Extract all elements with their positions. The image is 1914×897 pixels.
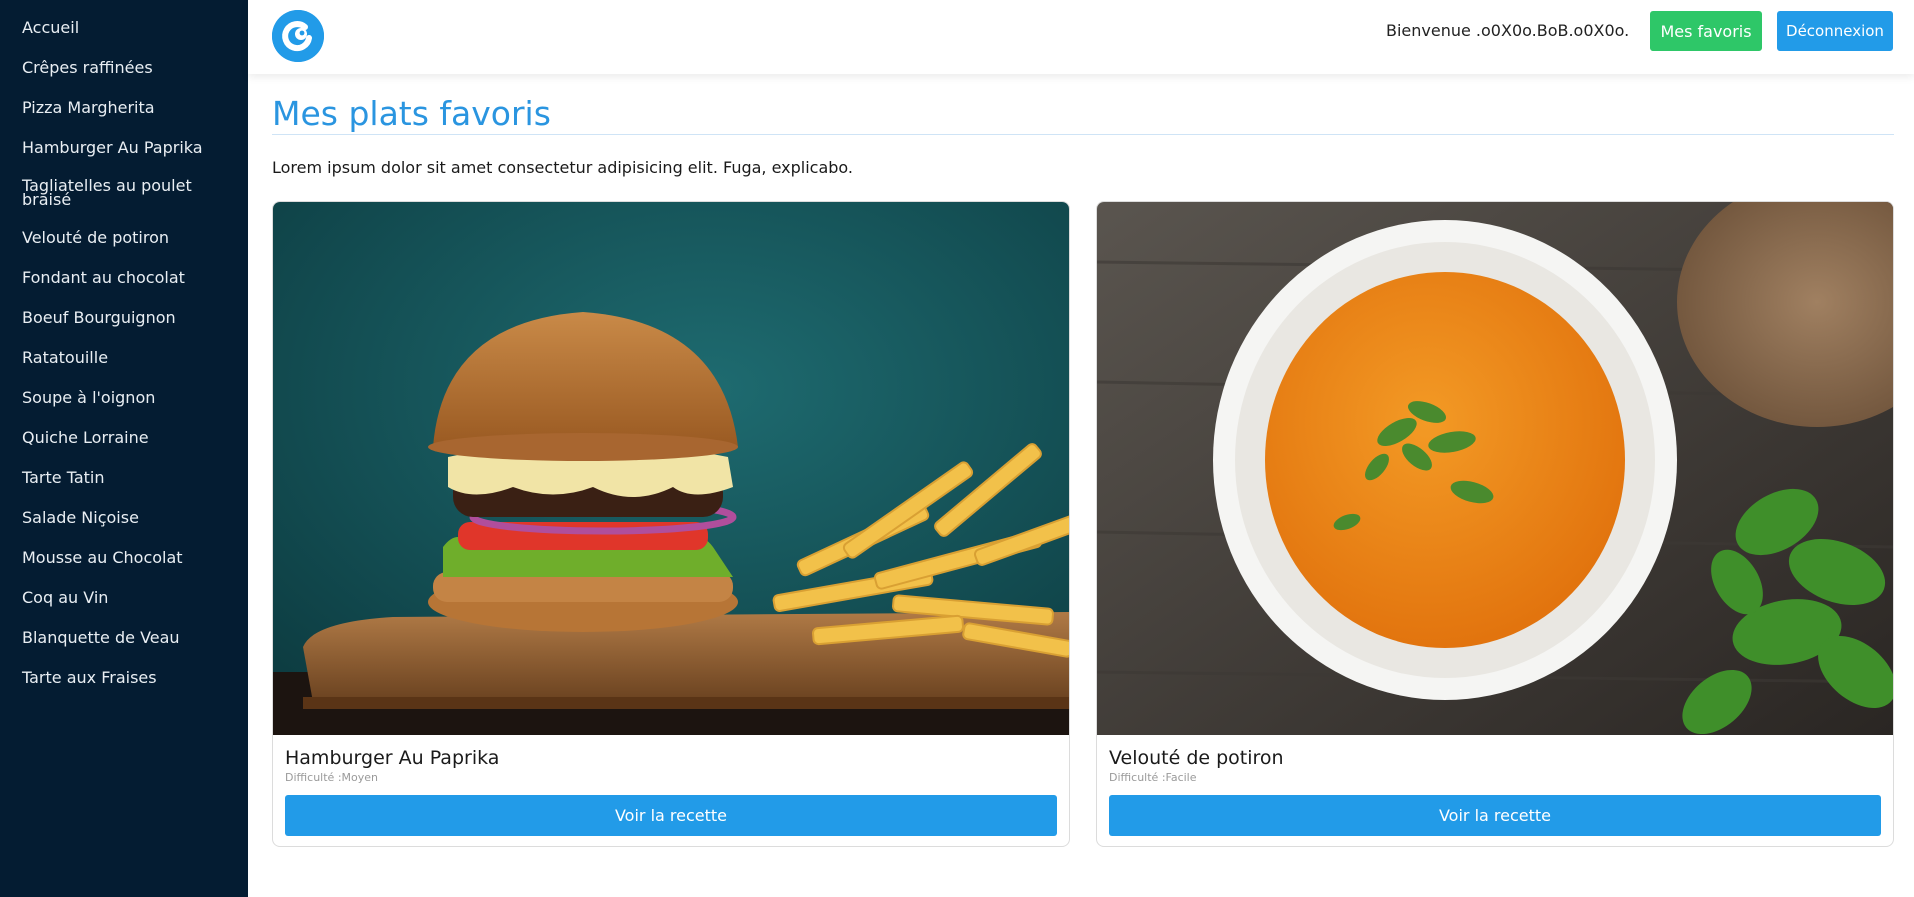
sidebar-item-ratatouille[interactable]: Ratatouille [0,349,248,366]
intro-text: Lorem ipsum dolor sit amet consectetur a… [272,158,854,177]
cooking-logo-icon[interactable] [272,10,324,62]
favorites-button[interactable]: Mes favoris [1650,11,1762,51]
sidebar-item-crepes[interactable]: Crêpes raffinées [0,59,248,76]
recipe-card: Hamburger Au Paprika Difficulté :Moyen V… [272,201,1070,847]
sidebar: Accueil Crêpes raffinées Pizza Margherit… [0,0,248,897]
card-difficulty: Difficulté :Moyen [285,771,378,784]
view-recipe-button[interactable]: Voir la recette [285,795,1057,836]
sidebar-item-boeuf[interactable]: Boeuf Bourguignon [0,309,248,326]
page-title: Mes plats favoris [272,94,551,133]
soup-photo [1097,202,1893,735]
sidebar-item-hamburger[interactable]: Hamburger Au Paprika [0,139,248,156]
sidebar-item-accueil[interactable]: Accueil [0,19,248,36]
logout-button[interactable]: Déconnexion [1777,11,1893,51]
top-header: Bienvenue .o0X0o.BoB.o0X0o. Mes favoris … [248,0,1914,74]
sidebar-item-fondant[interactable]: Fondant au chocolat [0,269,248,286]
sidebar-item-blanquette[interactable]: Blanquette de Veau [0,629,248,646]
sidebar-item-quiche[interactable]: Quiche Lorraine [0,429,248,446]
sidebar-item-mousse[interactable]: Mousse au Chocolat [0,549,248,566]
card-title: Hamburger Au Paprika [285,747,500,769]
sidebar-item-coq[interactable]: Coq au Vin [0,589,248,606]
sidebar-item-veloute[interactable]: Velouté de potiron [0,229,248,246]
sidebar-item-salade[interactable]: Salade Niçoise [0,509,248,526]
card-difficulty: Difficulté :Facile [1109,771,1197,784]
hamburger-photo [273,202,1069,735]
sidebar-item-tarte-tatin[interactable]: Tarte Tatin [0,469,248,486]
recipe-card: Velouté de potiron Difficulté :Facile Vo… [1096,201,1894,847]
view-recipe-button[interactable]: Voir la recette [1109,795,1881,836]
sidebar-item-pizza[interactable]: Pizza Margherita [0,99,248,116]
title-divider [272,134,1894,135]
sidebar-item-tarte-fraises[interactable]: Tarte aux Fraises [0,669,248,686]
card-title: Velouté de potiron [1109,747,1284,769]
sidebar-item-soupe[interactable]: Soupe à l'oignon [0,389,248,406]
sidebar-item-tagliatelles[interactable]: Tagliatelles au poulet braisé [0,178,248,208]
welcome-text: Bienvenue .o0X0o.BoB.o0X0o. [1386,21,1630,40]
